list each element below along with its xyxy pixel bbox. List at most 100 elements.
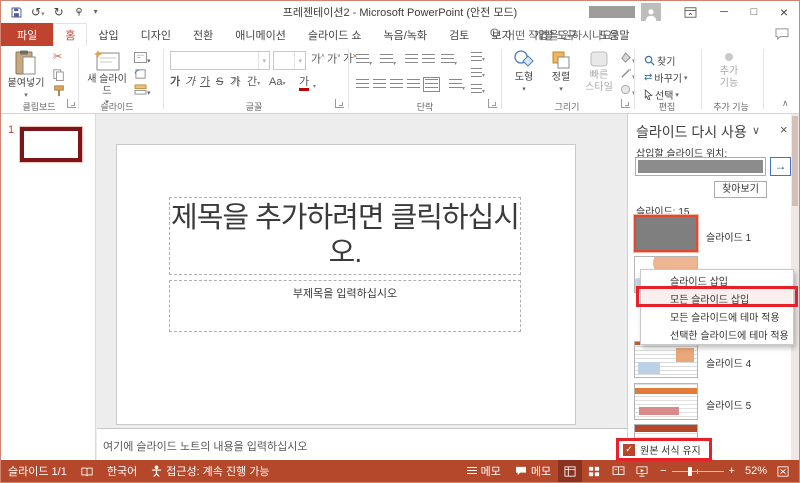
zoom-in-icon[interactable]: + xyxy=(729,465,735,477)
go-arrow-button[interactable]: → xyxy=(770,157,791,176)
change-case-icon[interactable]: Aa▾ xyxy=(269,77,285,88)
italic-icon[interactable]: 가 xyxy=(185,77,195,88)
replace-button[interactable]: ⇄ 바꾸기 ▾ xyxy=(644,70,688,85)
ribbon-tab[interactable]: 삽입 xyxy=(87,23,129,46)
subtitle-placeholder[interactable]: 부제목을 입력하십시오 xyxy=(169,280,521,332)
bold-icon[interactable]: 가 xyxy=(170,77,180,88)
zoom-level[interactable]: 52% xyxy=(741,460,771,482)
shrink-font-icon[interactable]: 가˅ xyxy=(327,54,341,66)
fit-to-window-icon[interactable] xyxy=(771,460,795,482)
notes-pane[interactable]: 여기에 슬라이드 노트의 내용을 입력하십시오 xyxy=(97,428,627,462)
clear-formatting-icon[interactable]: 가˟ xyxy=(343,54,357,65)
format-painter-icon[interactable] xyxy=(53,85,65,100)
view-slideshow-button[interactable] xyxy=(630,460,654,482)
character-spacing-icon[interactable]: 간▾ xyxy=(247,77,260,88)
arrange-button[interactable]: 정렬 ▾ xyxy=(544,50,578,93)
reset-slide-icon[interactable] xyxy=(134,68,147,83)
context-menu-item[interactable]: 선택한 슬라이드에 테마 적용 xyxy=(642,325,792,343)
font-name-combobox[interactable]: ▾ xyxy=(170,51,270,70)
close-button[interactable]: × xyxy=(769,1,799,23)
ribbon-tab[interactable]: 슬라이드 쇼 xyxy=(297,23,373,46)
zoom-slider-thumb[interactable] xyxy=(687,466,692,476)
view-reading-button[interactable] xyxy=(606,460,630,482)
tell-me-box[interactable]: 어떤 작업을 원하시나요? xyxy=(479,23,618,46)
ribbon-tab[interactable]: 녹음/녹화 xyxy=(373,23,439,46)
text-direction-icon[interactable]: ▾ xyxy=(471,52,485,64)
slide-thumbnail-panel[interactable]: 1 xyxy=(1,114,96,462)
align-left-icon[interactable] xyxy=(356,79,369,93)
decrease-indent-icon[interactable] xyxy=(405,54,418,68)
context-menu-item[interactable]: 슬라이드 삽입 xyxy=(642,271,792,289)
slide-source-input[interactable] xyxy=(635,157,766,176)
columns-icon[interactable]: ▾ xyxy=(449,79,465,93)
view-slide-sorter-button[interactable] xyxy=(582,460,606,482)
redo-icon[interactable]: ↻ xyxy=(54,6,64,18)
ribbon-tab[interactable]: 홈 xyxy=(53,23,88,46)
align-text-icon[interactable]: ▾ xyxy=(471,68,485,80)
ribbon-display-options-icon[interactable] xyxy=(675,1,705,23)
context-menu-item[interactable]: 모든 슬라이드 삽입 xyxy=(642,289,792,307)
layout-icon[interactable]: ▾ xyxy=(134,52,151,66)
minimize-button[interactable]: ─ xyxy=(709,1,739,23)
line-spacing-icon[interactable]: ▾ xyxy=(441,54,457,68)
maximize-button[interactable]: □ xyxy=(739,1,769,23)
font-size-combobox[interactable]: ▾ xyxy=(273,51,306,70)
paragraph-dialog-launcher[interactable] xyxy=(488,99,497,108)
increase-indent-icon[interactable] xyxy=(422,54,435,68)
font-color-icon[interactable]: 가 xyxy=(299,77,310,91)
ribbon-tab[interactable]: 파일 xyxy=(1,23,54,46)
cut-icon[interactable]: ✂ xyxy=(53,52,62,63)
save-icon[interactable] xyxy=(11,7,22,18)
convert-smartart-icon[interactable]: ▾ xyxy=(471,84,485,96)
bullets-icon[interactable]: ▾ xyxy=(356,54,372,68)
pane-dropdown-icon[interactable]: ∨ xyxy=(752,124,760,137)
accessibility-status[interactable]: 접근성: 계속 진행 가능 xyxy=(144,460,276,482)
find-button[interactable]: 찾기 xyxy=(644,53,675,68)
ribbon-tab[interactable]: 디자인 xyxy=(130,23,182,46)
avatar[interactable] xyxy=(641,3,661,21)
collapse-ribbon-icon[interactable]: ∧ xyxy=(782,99,789,108)
slide-canvas[interactable]: 제목을 추가하려면 클릭하십시오. 부제목을 입력하십시오 xyxy=(116,144,576,425)
language-indicator[interactable]: 한국어 xyxy=(100,460,144,482)
zoom-out-icon[interactable]: − xyxy=(660,465,666,477)
pane-slide-5-thumbnail[interactable] xyxy=(634,383,698,420)
spellcheck-icon[interactable] xyxy=(74,460,100,482)
comments-toggle[interactable]: 메모 xyxy=(508,460,558,482)
distribute-icon[interactable] xyxy=(423,77,440,93)
align-right-icon[interactable] xyxy=(390,79,403,93)
browse-button[interactable]: 찾아보기 xyxy=(714,181,767,198)
underline-icon[interactable]: 가 xyxy=(200,77,210,88)
keep-formatting-checkbox[interactable]: ✓ xyxy=(623,443,635,456)
touch-mode-icon[interactable] xyxy=(73,6,85,18)
addins-button[interactable]: 추가 기능 xyxy=(709,50,749,89)
ribbon-tab[interactable]: 전환 xyxy=(182,23,224,46)
numbering-icon[interactable]: ▾ xyxy=(380,54,396,68)
zoom-slider[interactable] xyxy=(671,466,724,476)
strikethrough-icon[interactable]: S xyxy=(216,77,223,88)
align-center-icon[interactable] xyxy=(373,79,386,93)
clipboard-dialog-launcher[interactable] xyxy=(67,99,76,108)
text-shadow-icon[interactable]: 가 xyxy=(230,77,240,88)
ribbon-tab[interactable]: 검토 xyxy=(438,23,480,46)
pane-slide-4-thumbnail[interactable] xyxy=(634,341,698,378)
view-normal-button[interactable] xyxy=(558,460,583,482)
new-slide-button[interactable]: 새 슬라이드 ▾ xyxy=(85,50,129,106)
quick-styles-button[interactable]: 빠른 스타일 xyxy=(581,50,617,93)
slide-counter[interactable]: 슬라이드 1/1 xyxy=(1,460,74,482)
notes-toggle[interactable]: 메모 xyxy=(460,460,508,482)
paste-button[interactable]: 붙여넣기 ▾ xyxy=(6,50,46,99)
ribbon-tab[interactable]: 애니메이션 xyxy=(224,23,297,46)
comment-bubble-icon[interactable] xyxy=(775,27,789,45)
grow-font-icon[interactable]: 가˄ xyxy=(311,54,325,66)
shapes-button[interactable]: 도형 ▾ xyxy=(507,50,541,93)
undo-icon[interactable]: ↺▾ xyxy=(31,6,45,18)
justify-icon[interactable] xyxy=(407,79,420,93)
font-dialog-launcher[interactable] xyxy=(335,99,344,108)
context-menu-item[interactable]: 모든 슬라이드에 테마 적용 xyxy=(642,307,792,325)
pane-close-icon[interactable]: × xyxy=(780,122,788,137)
copy-icon[interactable] xyxy=(53,69,65,84)
customize-qat-icon[interactable]: ▾ xyxy=(94,8,98,16)
slide-1-thumbnail-annotated[interactable] xyxy=(19,126,83,163)
font-color-dropdown[interactable]: ▾ xyxy=(313,80,316,91)
drawing-dialog-launcher[interactable] xyxy=(621,99,630,108)
